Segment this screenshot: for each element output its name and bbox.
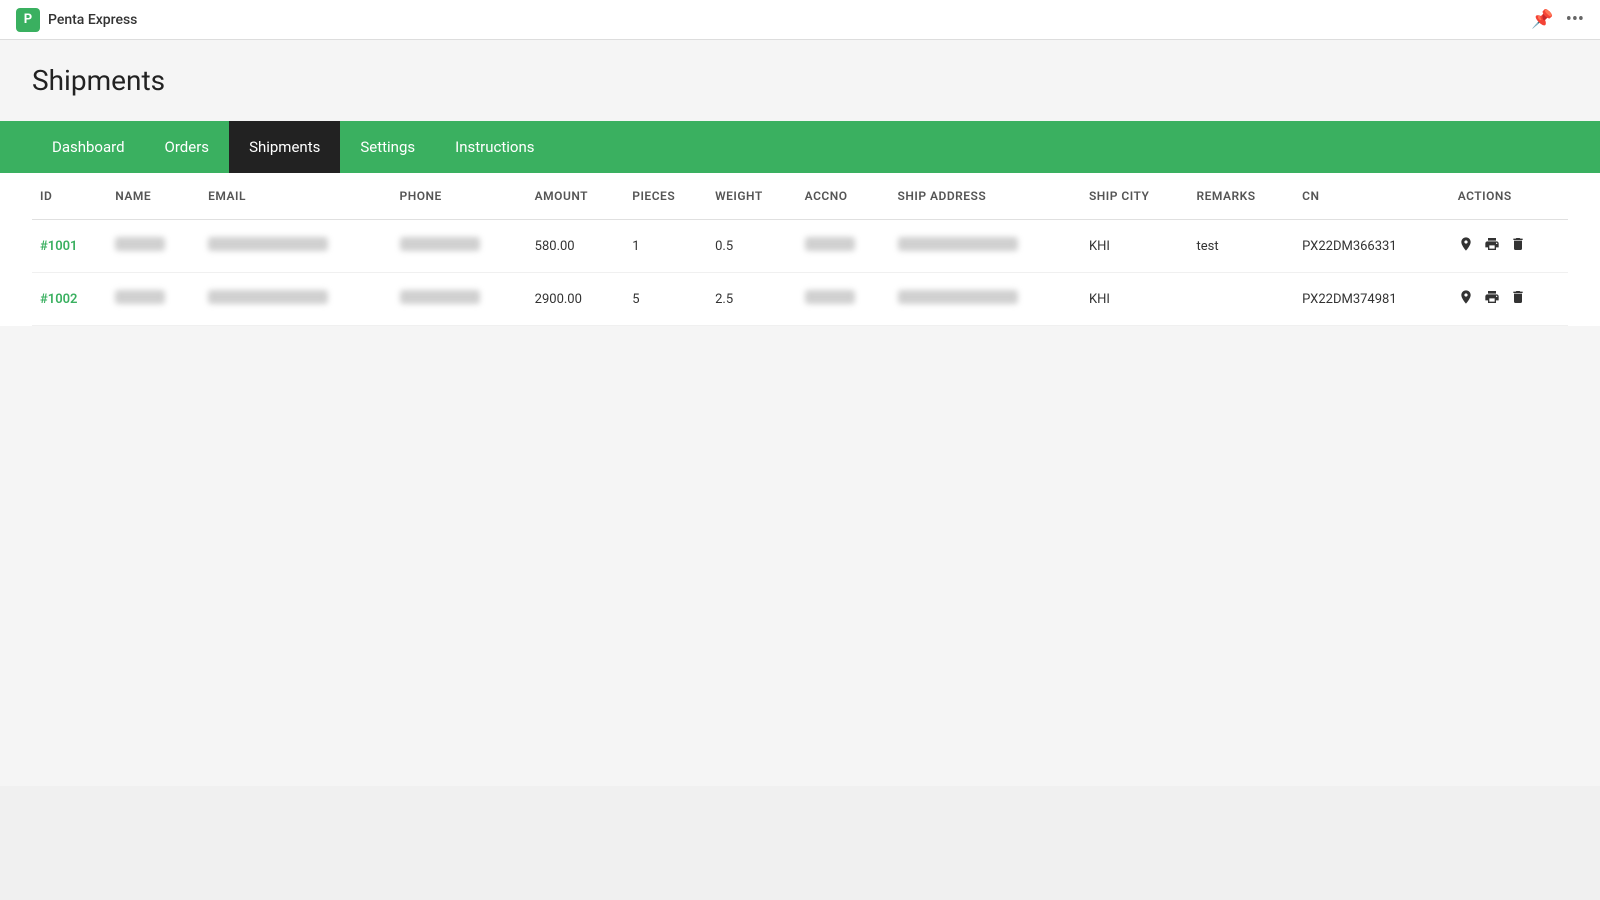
app-icon: P [16, 8, 40, 32]
col-email: EMAIL [200, 173, 391, 220]
table-row: #1002 2900.00 5 2.5 [32, 273, 1568, 326]
col-id: ID [32, 173, 107, 220]
cell-weight-2: 2.5 [707, 273, 797, 326]
cell-shipcity-2: KHI [1081, 273, 1189, 326]
print-icon-1[interactable] [1484, 236, 1500, 256]
cell-actions-1 [1450, 220, 1568, 273]
location-icon-2[interactable] [1458, 289, 1474, 309]
location-icon-1[interactable] [1458, 236, 1474, 256]
col-cn: CN [1294, 173, 1450, 220]
col-actions: ACTIONS [1450, 173, 1568, 220]
cell-email-2 [200, 273, 391, 326]
table-header-row: ID NAME EMAIL PHONE AMOUNT PIECES WEIGHT… [32, 173, 1568, 220]
cell-cn-2: PX22DM374981 [1294, 273, 1450, 326]
cell-shipaddress-2 [890, 273, 1081, 326]
col-pieces: PIECES [624, 173, 707, 220]
cell-actions-2 [1450, 273, 1568, 326]
print-icon-2[interactable] [1484, 289, 1500, 309]
col-accno: ACCNO [797, 173, 890, 220]
cell-pieces-1: 1 [624, 220, 707, 273]
cell-shipaddress-1 [890, 220, 1081, 273]
cell-accno-2 [797, 273, 890, 326]
cell-remarks-2 [1189, 273, 1295, 326]
cell-id-2: #1002 [32, 273, 107, 326]
cell-remarks-1: test [1189, 220, 1295, 273]
page-header: Shipments [0, 40, 1600, 121]
cell-email-1 [200, 220, 391, 273]
pin-icon[interactable]: 📌 [1531, 9, 1553, 30]
nav-item-settings[interactable]: Settings [340, 121, 435, 173]
cell-phone-1 [392, 220, 527, 273]
content-area [0, 326, 1600, 786]
col-remarks: REMARKS [1189, 173, 1295, 220]
more-icon[interactable]: ••• [1566, 9, 1584, 30]
col-phone: PHONE [392, 173, 527, 220]
shipments-table: ID NAME EMAIL PHONE AMOUNT PIECES WEIGHT… [32, 173, 1568, 326]
navbar: Dashboard Orders Shipments Settings Inst… [0, 121, 1600, 173]
col-name: NAME [107, 173, 200, 220]
nav-item-instructions[interactable]: Instructions [435, 121, 554, 173]
cell-weight-1: 0.5 [707, 220, 797, 273]
col-ship-city: SHIP CITY [1081, 173, 1189, 220]
main-content: ID NAME EMAIL PHONE AMOUNT PIECES WEIGHT… [0, 173, 1600, 326]
nav-item-shipments[interactable]: Shipments [229, 121, 340, 173]
nav-item-orders[interactable]: Orders [145, 121, 230, 173]
page-title: Shipments [32, 64, 1568, 97]
nav-item-dashboard[interactable]: Dashboard [32, 121, 145, 173]
col-weight: WEIGHT [707, 173, 797, 220]
cell-cn-1: PX22DM366331 [1294, 220, 1450, 273]
topbar: P Penta Express 📌 ••• [0, 0, 1600, 40]
cell-name-2 [107, 273, 200, 326]
app-branding: P Penta Express [16, 8, 137, 32]
table-row: #1001 580.00 1 0.5 [32, 220, 1568, 273]
cell-pieces-2: 5 [624, 273, 707, 326]
col-amount: AMOUNT [527, 173, 625, 220]
delete-icon-2[interactable] [1510, 289, 1526, 309]
topbar-actions: 📌 ••• [1531, 9, 1584, 30]
cell-phone-2 [392, 273, 527, 326]
delete-icon-1[interactable] [1510, 236, 1526, 256]
cell-id-1: #1001 [32, 220, 107, 273]
cell-amount-1: 580.00 [527, 220, 625, 273]
app-name: Penta Express [48, 12, 137, 28]
cell-name-1 [107, 220, 200, 273]
col-ship-address: SHIP ADDRESS [890, 173, 1081, 220]
cell-shipcity-1: KHI [1081, 220, 1189, 273]
cell-accno-1 [797, 220, 890, 273]
cell-amount-2: 2900.00 [527, 273, 625, 326]
